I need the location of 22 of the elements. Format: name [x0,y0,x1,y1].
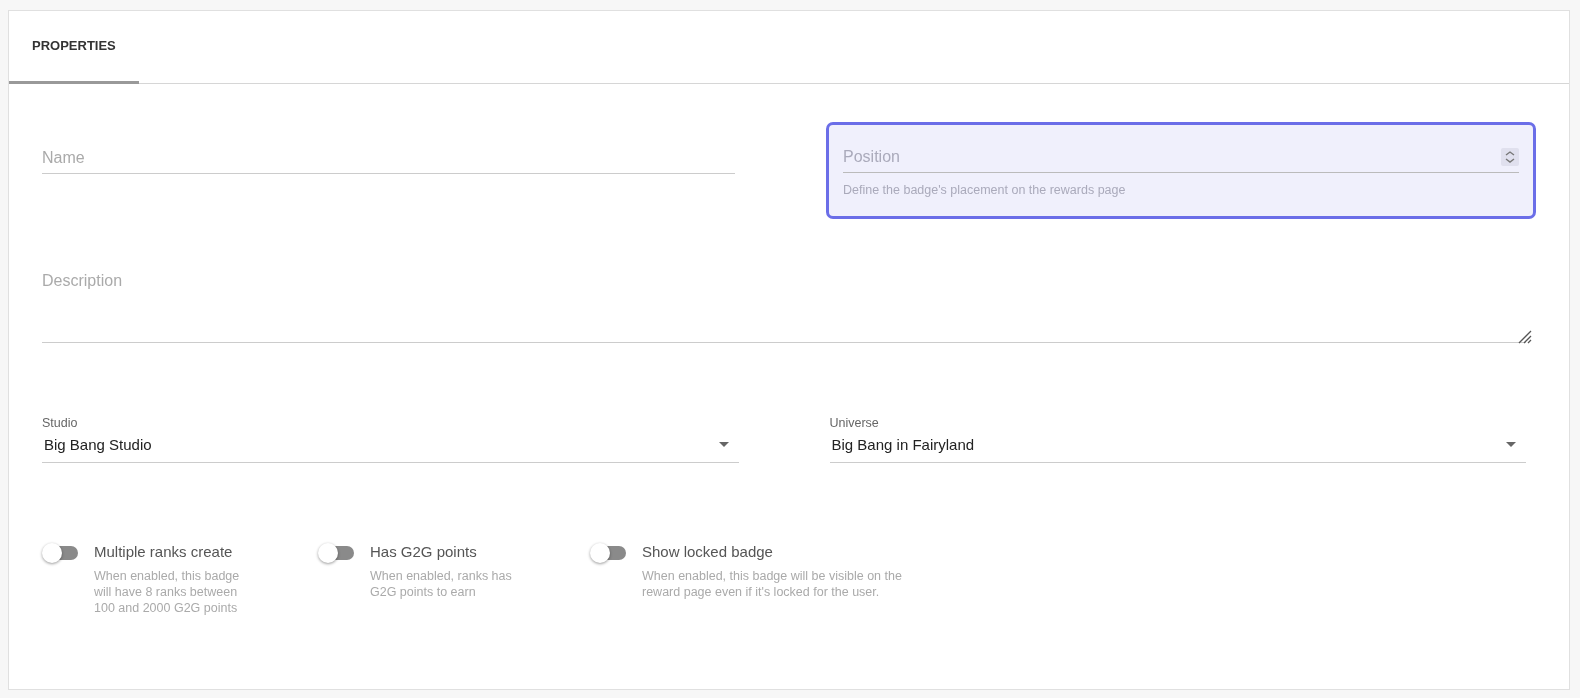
stepper-icon[interactable] [1501,148,1519,166]
toggle-label: Show locked badge [642,542,774,562]
tab[interactable]: PROPERTIES [9,11,139,84]
caret-icon [718,442,729,448]
description-field[interactable]: Description [42,268,1526,343]
toggle-hint: When enabled, this badge will be visible on the reward page even if it's locked for the user. [642,567,903,600]
name-field[interactable]: Name [42,146,735,174]
position-field[interactable]: Position [843,145,1501,169]
resize-handle-icon[interactable] [1518,329,1532,344]
select-label: Universe [829,414,880,432]
toggle-switch[interactable] [318,543,354,563]
select-dropdown[interactable]: Big Bang Studio [42,432,739,463]
helper-text: Define the badge's placement on the rewards page [843,182,1127,199]
toggle-switch[interactable] [42,543,78,563]
caret-icon [1506,442,1516,448]
toggle-label: Multiple ranks create [94,542,234,562]
toggle-hint: When enabled, this badge will have 8 ranks between 100 and 2000 G2G points [94,567,241,616]
select-label: Studio [42,414,79,432]
toggle-hint: When enabled, ranks has G2G points to earn [370,567,513,600]
select-dropdown[interactable]: Big Bang in Fairyland [829,432,1526,463]
toggle-switch[interactable] [590,543,626,563]
toggle-label: Has G2G points [370,542,478,562]
